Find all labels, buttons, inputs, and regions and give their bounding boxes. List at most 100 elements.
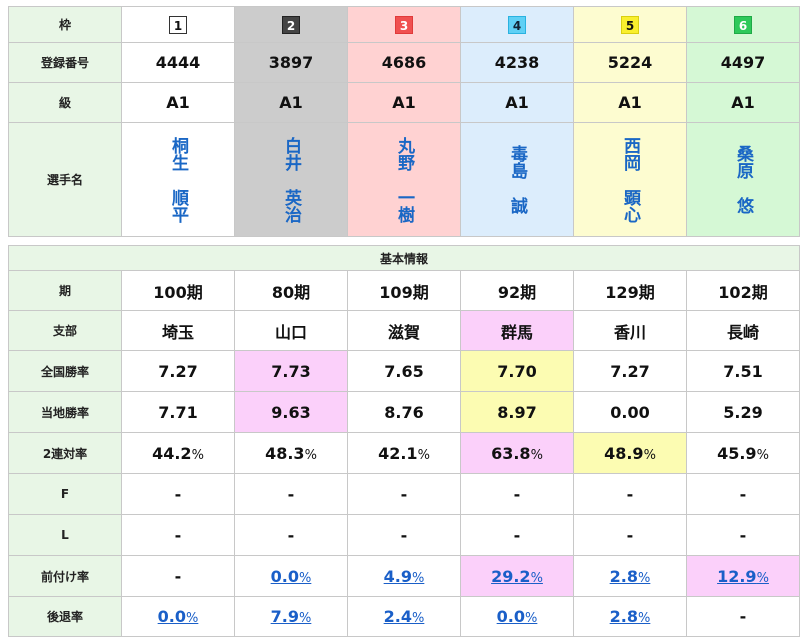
branch-3: 滋賀 bbox=[347, 310, 461, 351]
f-label: F bbox=[8, 473, 122, 515]
branch-label: 支部 bbox=[8, 310, 122, 351]
waku-cell-1: 1 bbox=[121, 6, 235, 43]
two-rate-label: 2連対率 bbox=[8, 432, 122, 474]
racer-name-6b[interactable]: 悠 bbox=[733, 197, 753, 214]
koutai-link-1[interactable]: 0.0% bbox=[158, 607, 199, 626]
koutai-5: 2.8% bbox=[573, 596, 687, 637]
local-win-row: 当地勝率 7.71 9.63 8.76 8.97 0.00 5.29 bbox=[8, 391, 800, 433]
class-label: 級 bbox=[8, 82, 122, 123]
local-win-5: 0.00 bbox=[573, 391, 687, 433]
period-2: 80期 bbox=[234, 270, 348, 311]
waku-badge-5: 5 bbox=[621, 16, 639, 35]
racer-name-1a[interactable]: 桐生 bbox=[168, 137, 188, 171]
two-rate-1: 44.2% bbox=[121, 432, 235, 474]
koutai-link-5[interactable]: 2.8% bbox=[610, 607, 651, 626]
l-6: - bbox=[686, 514, 800, 556]
f-6: - bbox=[686, 473, 800, 515]
racer-name-2a[interactable]: 白井 bbox=[281, 137, 301, 171]
l-2: - bbox=[234, 514, 348, 556]
class-6: A1 bbox=[686, 82, 800, 123]
class-1: A1 bbox=[121, 82, 235, 123]
l-row: L - - - - - - bbox=[8, 514, 800, 556]
racer-name-6a[interactable]: 桑原 bbox=[733, 145, 753, 179]
regno-2: 3897 bbox=[234, 42, 348, 83]
national-win-2: 7.73 bbox=[234, 350, 348, 392]
regno-5: 5224 bbox=[573, 42, 687, 83]
branch-4: 群馬 bbox=[460, 310, 574, 351]
koutai-4: 0.0% bbox=[460, 596, 574, 637]
two-rate-4: 63.8% bbox=[460, 432, 574, 474]
period-3: 109期 bbox=[347, 270, 461, 311]
class-3: A1 bbox=[347, 82, 461, 123]
national-win-label: 全国勝率 bbox=[8, 350, 122, 392]
waku-label: 枠 bbox=[8, 6, 122, 43]
regno-row: 登録番号 4444 3897 4686 4238 5224 4497 bbox=[8, 42, 800, 83]
regno-6: 4497 bbox=[686, 42, 800, 83]
koutai-link-3[interactable]: 2.4% bbox=[384, 607, 425, 626]
waku-badge-6: 6 bbox=[734, 16, 752, 35]
branch-row: 支部 埼玉 山口 滋賀 群馬 香川 長崎 bbox=[8, 310, 800, 351]
class-2: A1 bbox=[234, 82, 348, 123]
racer-name-4a[interactable]: 毒島 bbox=[507, 145, 527, 179]
regno-label: 登録番号 bbox=[8, 42, 122, 83]
name-cell-6[interactable]: 桑原悠 bbox=[686, 122, 800, 237]
period-6: 102期 bbox=[686, 270, 800, 311]
two-rate-3: 42.1% bbox=[347, 432, 461, 474]
branch-1: 埼玉 bbox=[121, 310, 235, 351]
f-5: - bbox=[573, 473, 687, 515]
name-cell-1[interactable]: 桐生 順平 bbox=[121, 122, 235, 237]
maetsuke-4: 29.2% bbox=[460, 555, 574, 597]
maetsuke-link-5[interactable]: 2.8% bbox=[610, 567, 651, 586]
waku-cell-2: 2 bbox=[234, 6, 348, 43]
maetsuke-link-4[interactable]: 29.2% bbox=[491, 567, 543, 586]
racer-header-table: 枠 1 2 3 4 5 6 登録番号 4444 3897 4686 4238 5… bbox=[8, 6, 800, 237]
koutai-label: 後退率 bbox=[8, 596, 122, 637]
koutai-2: 7.9% bbox=[234, 596, 348, 637]
branch-6: 長崎 bbox=[686, 310, 800, 351]
class-4: A1 bbox=[460, 82, 574, 123]
l-4: - bbox=[460, 514, 574, 556]
waku-row: 枠 1 2 3 4 5 6 bbox=[8, 6, 800, 43]
koutai-link-4[interactable]: 0.0% bbox=[497, 607, 538, 626]
racer-name-3b[interactable]: 一樹 bbox=[394, 189, 414, 223]
local-win-1: 7.71 bbox=[121, 391, 235, 433]
racer-name-2b[interactable]: 英治 bbox=[281, 189, 301, 223]
koutai-link-2[interactable]: 7.9% bbox=[271, 607, 312, 626]
maetsuke-5: 2.8% bbox=[573, 555, 687, 597]
racer-name-4b[interactable]: 誠 bbox=[507, 197, 527, 214]
waku-cell-4: 4 bbox=[460, 6, 574, 43]
national-win-row: 全国勝率 7.27 7.73 7.65 7.70 7.27 7.51 bbox=[8, 350, 800, 392]
class-row: 級 A1 A1 A1 A1 A1 A1 bbox=[8, 82, 800, 123]
waku-cell-3: 3 bbox=[347, 6, 461, 43]
period-5: 129期 bbox=[573, 270, 687, 311]
name-cell-5[interactable]: 西岡 顕心 bbox=[573, 122, 687, 237]
racer-name-3a[interactable]: 丸野 bbox=[394, 137, 414, 171]
section-header-row: 基本情報 bbox=[8, 245, 800, 271]
maetsuke-link-2[interactable]: 0.0% bbox=[271, 567, 312, 586]
f-4: - bbox=[460, 473, 574, 515]
two-rate-6: 45.9% bbox=[686, 432, 800, 474]
koutai-1: 0.0% bbox=[121, 596, 235, 637]
maetsuke-2: 0.0% bbox=[234, 555, 348, 597]
national-win-5: 7.27 bbox=[573, 350, 687, 392]
maetsuke-link-3[interactable]: 4.9% bbox=[384, 567, 425, 586]
name-cell-2[interactable]: 白井 英治 bbox=[234, 122, 348, 237]
racer-name-5a[interactable]: 西岡 bbox=[620, 137, 640, 171]
f-row: F - - - - - - bbox=[8, 473, 800, 515]
national-win-6: 7.51 bbox=[686, 350, 800, 392]
two-rate-5: 48.9% bbox=[573, 432, 687, 474]
name-cell-4[interactable]: 毒島誠 bbox=[460, 122, 574, 237]
racer-name-1b[interactable]: 順平 bbox=[168, 189, 188, 223]
l-3: - bbox=[347, 514, 461, 556]
koutai-row: 後退率 0.0% 7.9% 2.4% 0.0% 2.8% - bbox=[8, 596, 800, 637]
class-5: A1 bbox=[573, 82, 687, 123]
waku-badge-2: 2 bbox=[282, 16, 300, 35]
local-win-4: 8.97 bbox=[460, 391, 574, 433]
maetsuke-link-6[interactable]: 12.9% bbox=[717, 567, 769, 586]
f-2: - bbox=[234, 473, 348, 515]
l-label: L bbox=[8, 514, 122, 556]
name-label: 選手名 bbox=[8, 122, 122, 237]
f-3: - bbox=[347, 473, 461, 515]
name-cell-3[interactable]: 丸野 一樹 bbox=[347, 122, 461, 237]
racer-name-5b[interactable]: 顕心 bbox=[620, 189, 640, 223]
